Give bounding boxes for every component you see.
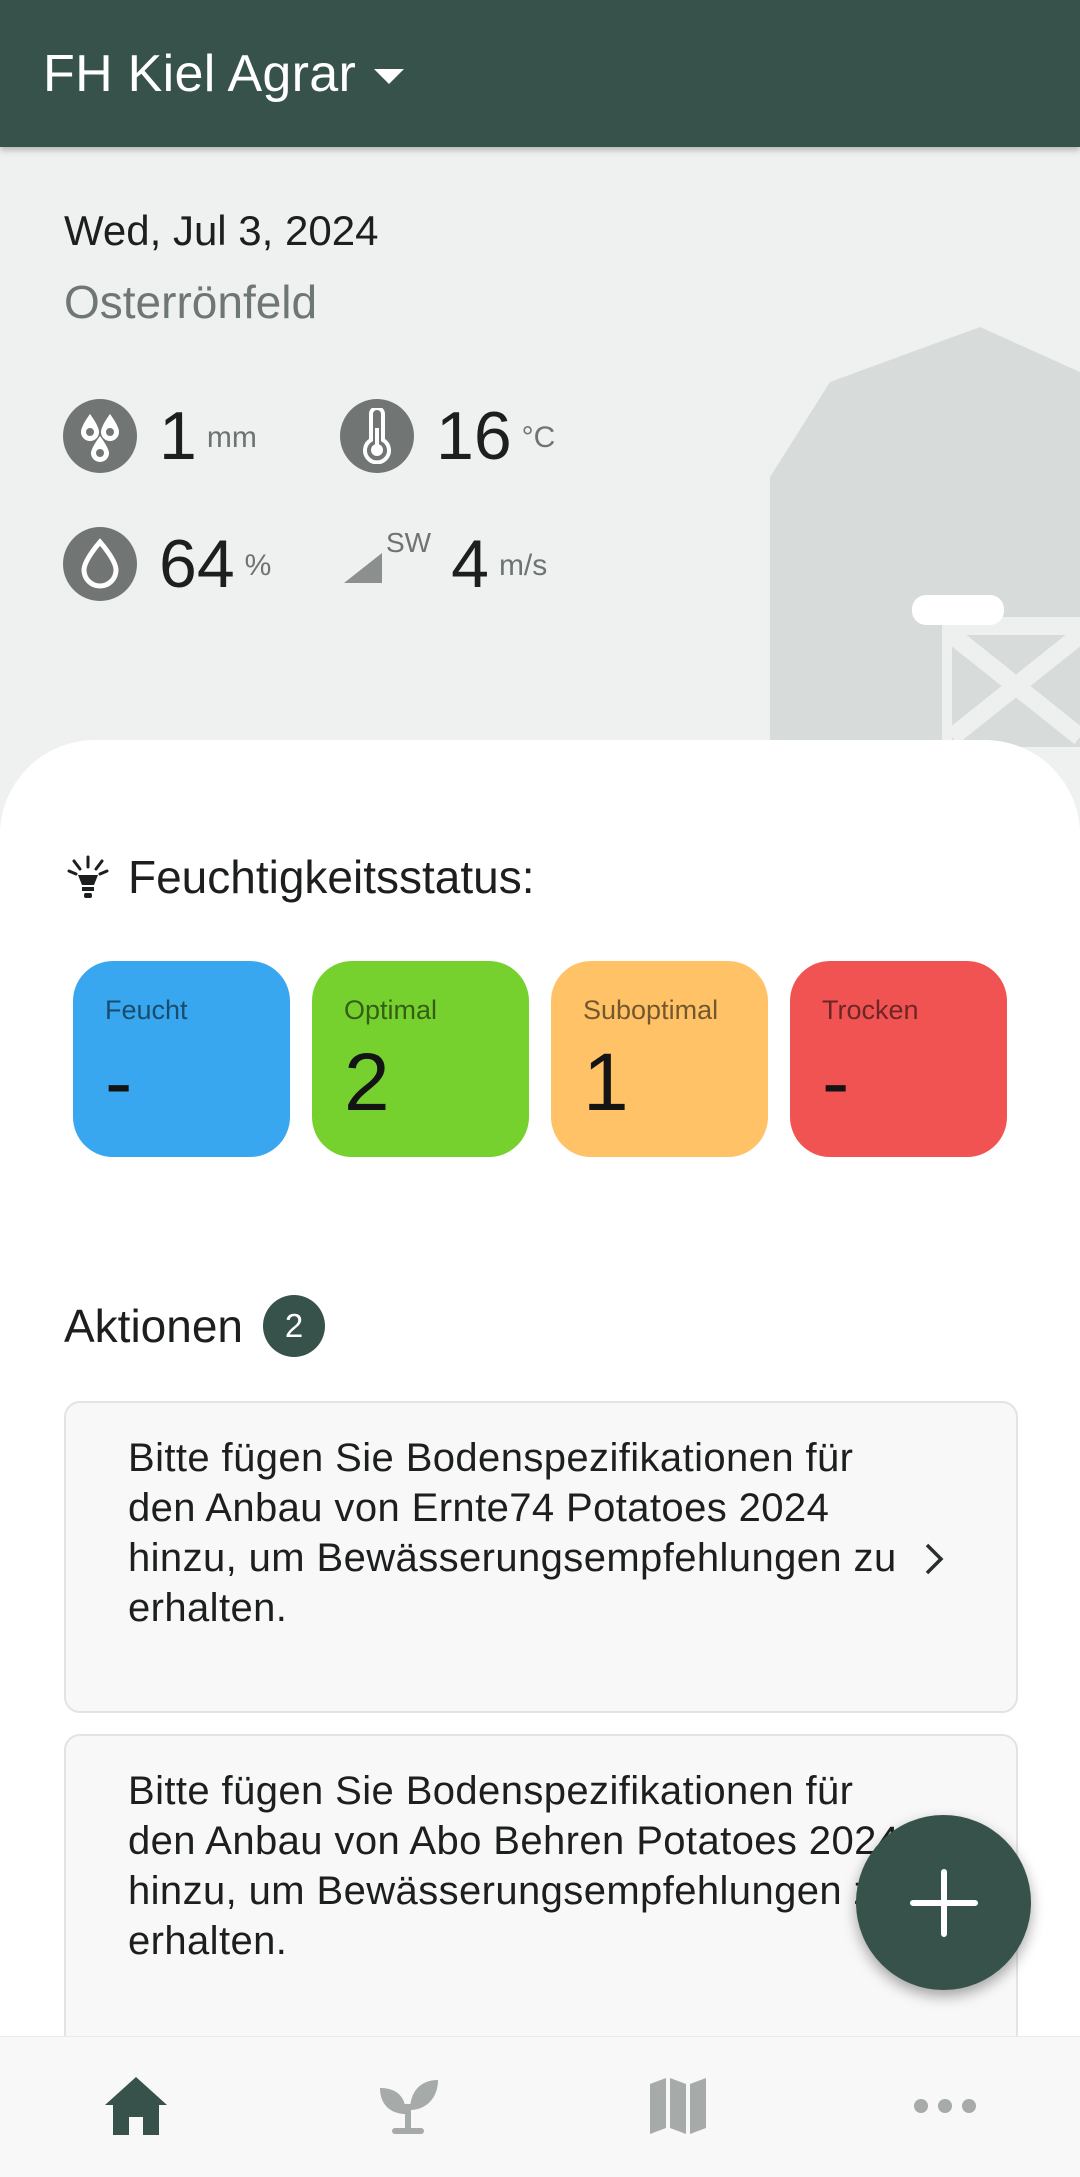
wind-value: 4	[451, 526, 489, 602]
temperature-reading: 16 °C	[340, 397, 555, 475]
moisture-tiles: Feucht - Optimal 2 Suboptimal 1 Trocken …	[73, 961, 1007, 1157]
wind-direction: SW	[386, 527, 432, 558]
temperature-unit: °C	[521, 421, 556, 454]
wind-unit: m/s	[498, 549, 548, 582]
humidity-drop-icon	[63, 527, 137, 601]
weather-location: Osterrönfeld	[64, 276, 318, 328]
app-bar: FH Kiel Agrar	[0, 0, 1080, 147]
tile-optimal[interactable]: Optimal 2	[312, 961, 529, 1157]
tile-count: 1	[583, 1037, 629, 1128]
sprout-icon	[380, 2080, 438, 2134]
tile-count: -	[105, 1037, 133, 1128]
weather-date: Wed, Jul 3, 2024	[64, 207, 379, 254]
nav-crops[interactable]	[373, 2071, 443, 2141]
action-text: Bitte fügen Sie Bodenspezifikationen für…	[128, 1769, 900, 1963]
barn-illustration	[770, 327, 1080, 747]
humidity-reading: 64 %	[63, 525, 271, 603]
home-icon	[105, 2077, 167, 2135]
tile-count: -	[822, 1037, 850, 1128]
map-icon	[650, 2078, 706, 2134]
chevron-right-icon	[925, 1543, 944, 1575]
tile-suboptimal[interactable]: Suboptimal 1	[551, 961, 768, 1157]
wind-direction-icon	[344, 553, 382, 583]
action-text: Bitte fügen Sie Bodenspezifikationen für…	[128, 1436, 897, 1630]
bottom-navigation	[0, 2036, 1080, 2177]
precipitation-reading: 1 mm	[63, 397, 257, 475]
action-card[interactable]: Bitte fügen Sie Bodenspezifikationen für…	[64, 1401, 1018, 1713]
nav-home[interactable]	[101, 2071, 171, 2141]
nav-more[interactable]	[910, 2071, 980, 2141]
dropdown-caret-icon[interactable]	[374, 69, 405, 84]
wind-reading: SW 4 m/s	[342, 525, 547, 603]
tile-feucht[interactable]: Feucht -	[73, 961, 290, 1157]
plus-icon	[909, 1868, 978, 1937]
actions-title: Aktionen	[64, 1300, 244, 1352]
humidity-value: 64	[159, 526, 235, 602]
rain-drops-icon	[63, 399, 137, 473]
thermometer-icon	[340, 399, 414, 473]
tile-label: Trocken	[822, 995, 919, 1025]
more-icon	[914, 2099, 976, 2113]
tile-trocken[interactable]: Trocken -	[790, 961, 1007, 1157]
humidity-unit: %	[244, 549, 272, 582]
nav-map[interactable]	[643, 2071, 713, 2141]
tile-label: Optimal	[344, 995, 438, 1025]
precipitation-unit: mm	[206, 421, 257, 454]
moisture-section-title: Feuchtigkeitsstatus:	[64, 850, 535, 904]
weather-header: Wed, Jul 3, 2024 Osterrönfeld 1 mm 16 °C	[0, 147, 1080, 747]
sprinkler-icon	[67, 855, 109, 898]
moisture-title: Feuchtigkeitsstatus:	[128, 851, 535, 903]
temperature-value: 16	[436, 398, 512, 474]
actions-section-title: Aktionen 2	[64, 1295, 326, 1357]
tile-label: Feucht	[105, 995, 188, 1025]
farm-selector-title[interactable]: FH Kiel Agrar	[43, 44, 356, 104]
precipitation-value: 1	[159, 398, 197, 474]
add-fab-button[interactable]	[856, 1815, 1031, 1990]
tile-count: 2	[344, 1037, 390, 1128]
tile-label: Suboptimal	[583, 995, 719, 1025]
actions-count-badge: 2	[263, 1295, 326, 1357]
